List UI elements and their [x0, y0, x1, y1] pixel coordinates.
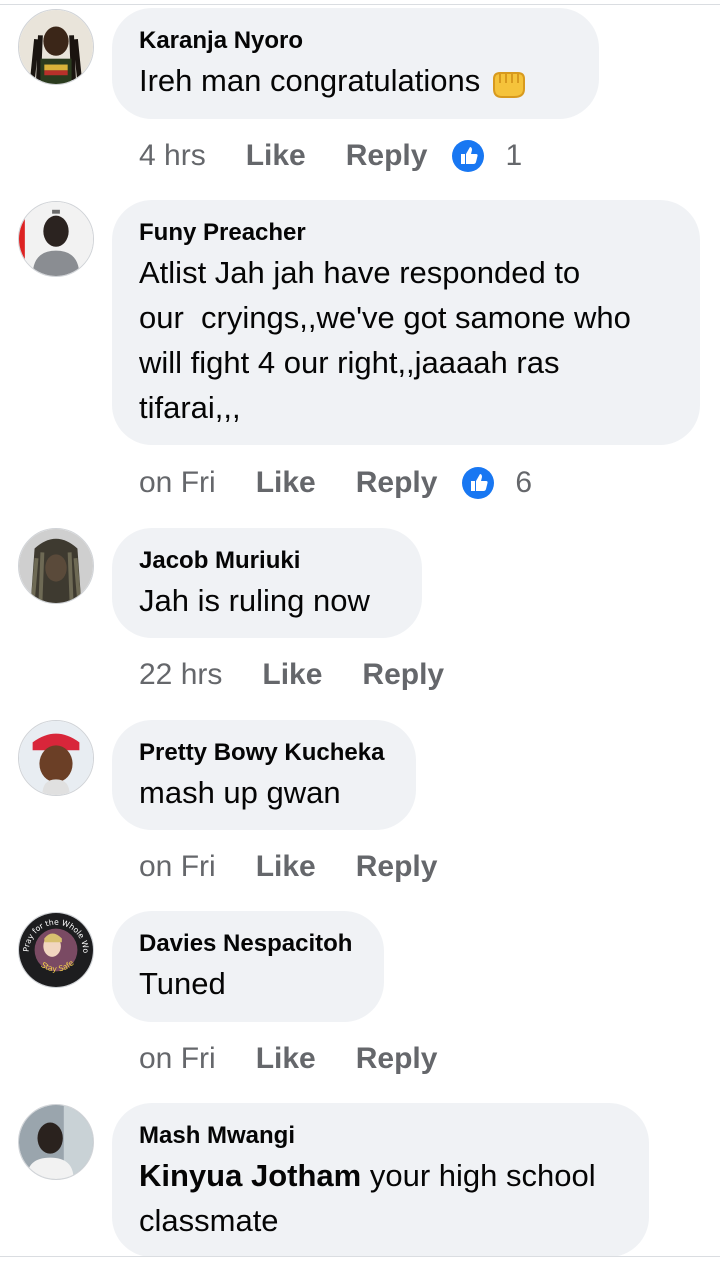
comment-text-line: Ireh man congratulations: [139, 63, 481, 98]
comment-text-line: our cryings,,we've got samone who: [139, 300, 631, 335]
comment-timestamp[interactable]: 4 hrs: [139, 139, 206, 173]
comment-author[interactable]: Karanja Nyoro: [139, 26, 571, 56]
comment-text-fragment: your high school: [361, 1158, 596, 1193]
comment-author[interactable]: Jacob Muriuki: [139, 546, 394, 576]
comment-bubble: Funy Preacher Atlist Jah jah have respon…: [112, 200, 700, 445]
like-button[interactable]: Like: [256, 850, 316, 884]
reply-button[interactable]: Reply: [356, 850, 438, 884]
comment-bubble: Mash Mwangi Kinyua Jotham your high scho…: [112, 1103, 649, 1257]
comment-text-line: Kinyua Jotham your high school: [139, 1153, 621, 1198]
reaction-count: 6: [515, 466, 533, 499]
avatar[interactable]: [18, 720, 94, 796]
reply-button[interactable]: Reply: [356, 466, 438, 500]
like-button[interactable]: Like: [246, 139, 306, 173]
comment-bubble: Pretty Bowy Kucheka mash up gwan: [112, 720, 416, 830]
like-button[interactable]: Like: [262, 658, 322, 692]
reply-button[interactable]: Reply: [362, 658, 444, 692]
comment-author[interactable]: Mash Mwangi: [139, 1121, 621, 1151]
comment-actions: on Fri Like Reply 6: [139, 463, 532, 503]
avatar[interactable]: [18, 201, 94, 277]
mention-link[interactable]: Kinyua Jotham: [139, 1158, 361, 1193]
reaction-summary[interactable]: 1: [451, 139, 522, 173]
raised-fist-icon: [493, 71, 526, 98]
comment-actions: 4 hrs Like Reply 1: [139, 136, 522, 176]
like-button[interactable]: Like: [256, 1042, 316, 1076]
comment-timestamp[interactable]: on Fri: [139, 1042, 216, 1076]
top-divider: [0, 4, 720, 5]
comment-text: Atlist Jah jah have responded to our cry…: [139, 250, 672, 430]
avatar[interactable]: Pray for the Whole World Stay Safe: [18, 912, 94, 988]
like-button[interactable]: Like: [256, 466, 316, 500]
comment-actions: on Fri Like Reply: [139, 847, 437, 887]
reaction-summary[interactable]: 6: [461, 466, 532, 500]
comment-text: Ireh man congratulations: [139, 58, 571, 103]
comment-bubble: Karanja Nyoro Ireh man congratulations: [112, 8, 599, 119]
avatar[interactable]: [18, 1104, 94, 1180]
reply-button[interactable]: Reply: [346, 139, 428, 173]
avatar[interactable]: [18, 528, 94, 604]
comment-text: mash up gwan: [139, 775, 341, 810]
comment-actions: on Fri Like Reply: [139, 1039, 437, 1079]
reply-button[interactable]: Reply: [356, 1042, 438, 1076]
comment-author[interactable]: Davies Nespacitoh: [139, 929, 356, 959]
comment-text-line: tifarai,,,: [139, 390, 241, 425]
comment-timestamp[interactable]: 22 hrs: [139, 658, 222, 692]
comment-timestamp[interactable]: on Fri: [139, 850, 216, 884]
comment-text-line: will fight 4 our right,,jaaaah ras: [139, 345, 560, 380]
comment-bubble: Davies Nespacitoh Tuned: [112, 911, 384, 1022]
comment-author[interactable]: Pretty Bowy Kucheka: [139, 738, 388, 768]
comment-text: Jah is ruling now: [139, 583, 370, 618]
comment-text-line: classmate: [139, 1203, 279, 1238]
comment-bubble: Jacob Muriuki Jah is ruling now: [112, 528, 422, 638]
comment-timestamp[interactable]: on Fri: [139, 466, 216, 500]
thumbs-up-icon: [452, 140, 485, 172]
comment-actions: 22 hrs Like Reply: [139, 655, 444, 695]
comment-text: Tuned: [139, 966, 226, 1001]
comment-author[interactable]: Funy Preacher: [139, 218, 672, 248]
comment-text-line: Atlist Jah jah have responded to: [139, 255, 581, 290]
bottom-divider: [0, 1256, 720, 1257]
reaction-count: 1: [505, 139, 523, 172]
thumbs-up-icon: [462, 467, 495, 499]
avatar[interactable]: [18, 9, 94, 85]
comment-text: Kinyua Jotham your high school classmate: [139, 1153, 621, 1243]
